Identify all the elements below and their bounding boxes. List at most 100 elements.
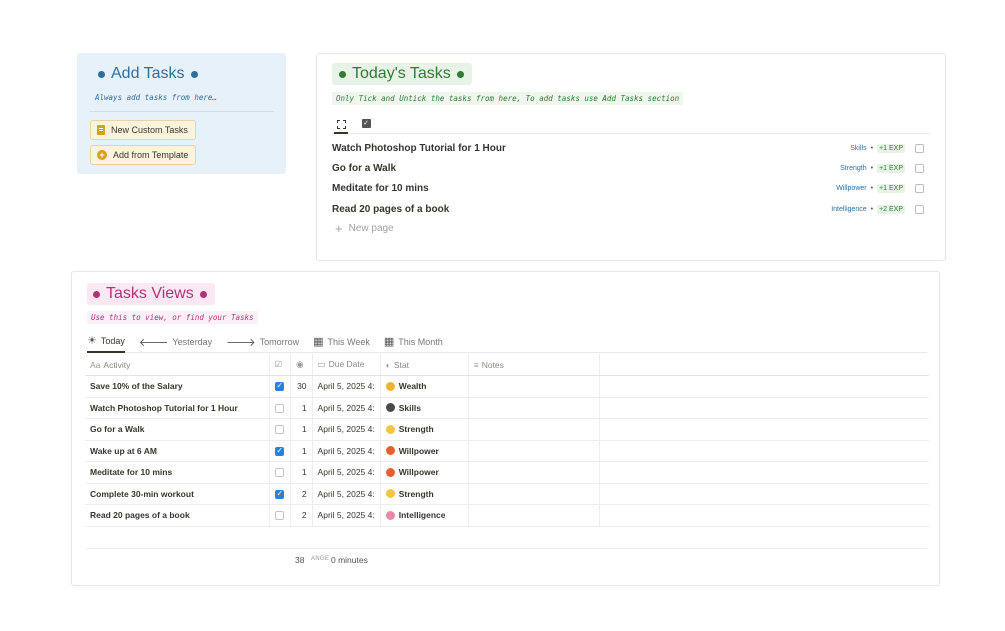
notes-cell[interactable] — [468, 397, 600, 419]
done-cell[interactable] — [269, 504, 292, 527]
due-date-cell[interactable]: April 5, 2025 4: — [312, 461, 381, 484]
done-cell[interactable] — [269, 461, 292, 484]
stat-cell[interactable]: Strength — [380, 418, 469, 441]
tab-yesterday[interactable]: 🡐 Yesterday — [139, 331, 212, 353]
range-value[interactable]: 0 minutes — [331, 555, 368, 565]
todays-tasks-tabs: ✓ — [332, 114, 930, 134]
activity-cell[interactable]: Save 10% of the Salary — [85, 375, 270, 398]
tab-label: Tomorrow — [259, 336, 300, 347]
stat-label: Skills — [398, 402, 421, 413]
tab-today[interactable]: ☀ Today — [87, 331, 125, 353]
activity-cell[interactable]: Watch Photoshop Tutorial for 1 Hour — [85, 397, 270, 419]
task-name[interactable]: Watch Photoshop Tutorial for 1 Hour — [332, 143, 850, 154]
checkbox-checked[interactable] — [275, 489, 285, 499]
stat-label: Strength — [398, 424, 434, 435]
column-header-activity[interactable]: Aa Activity — [85, 354, 270, 376]
stat-cell[interactable]: Strength — [380, 483, 469, 505]
done-cell[interactable] — [269, 375, 292, 398]
stat-cell[interactable]: Willpower — [380, 461, 469, 484]
todays-tasks-title: Today's Tasks — [332, 63, 472, 85]
arrow-right-icon: 🡒 — [226, 336, 256, 349]
task-checkbox[interactable] — [915, 163, 924, 173]
new-page-button[interactable]: + New page — [335, 222, 394, 235]
checkbox-checked[interactable] — [275, 381, 285, 392]
table-row[interactable]: Wake up at 6 AM 1 April 5, 2025 4: Willp… — [85, 440, 930, 462]
column-header-done[interactable]: ☑ — [269, 354, 292, 376]
column-header-notes[interactable]: ≡ Notes — [468, 354, 600, 376]
text-lines-icon: ≡ — [473, 359, 479, 370]
due-date-cell[interactable]: April 5, 2025 4: — [312, 440, 381, 462]
task-row[interactable]: Read 20 pages of a book Intelligence • +… — [332, 199, 930, 219]
add-from-template-button[interactable]: + Add from Template — [90, 145, 197, 165]
activity-cell[interactable]: Go for a Walk — [85, 418, 270, 441]
checkbox-unchecked[interactable] — [275, 403, 285, 413]
tab-checked[interactable]: ✓ — [359, 116, 373, 130]
task-checkbox[interactable] — [915, 183, 924, 193]
tab-this-week[interactable]: ▦ This Week — [313, 331, 370, 353]
task-exp: +1 EXP — [877, 143, 905, 153]
arrow-left-icon: 🡐 — [138, 336, 169, 349]
done-cell[interactable] — [269, 418, 292, 441]
done-cell[interactable] — [269, 483, 292, 505]
activity-cell[interactable]: Meditate for 10 mins — [85, 461, 270, 484]
sum-value[interactable]: 38 — [295, 555, 304, 565]
table-row[interactable]: Save 10% of the Salary 30 April 5, 2025 … — [85, 375, 930, 398]
due-date-cell[interactable]: April 5, 2025 4: — [312, 375, 381, 398]
notes-cell[interactable] — [468, 483, 600, 505]
new-custom-tasks-label: New Custom Tasks — [111, 125, 188, 135]
table-row[interactable]: Meditate for 10 mins 1 April 5, 2025 4: … — [85, 461, 930, 484]
count-cell: 1 — [290, 397, 313, 419]
checkbox-checked[interactable] — [275, 446, 285, 456]
due-date-cell[interactable]: April 5, 2025 4: — [312, 483, 381, 505]
checkbox-unchecked[interactable] — [275, 511, 285, 521]
notes-cell[interactable] — [468, 461, 600, 484]
column-label: Notes — [481, 359, 504, 370]
notes-cell[interactable] — [468, 375, 600, 398]
bullet-dot-icon — [199, 290, 207, 298]
stat-cell[interactable]: Willpower — [380, 440, 469, 462]
tab-this-month[interactable]: ▦ This Month — [384, 331, 443, 353]
column-header-stat[interactable]: ◐ Stat — [380, 354, 469, 376]
task-checkbox[interactable] — [915, 143, 924, 153]
task-checkbox[interactable] — [915, 204, 924, 214]
activity-cell[interactable]: Wake up at 6 AM — [85, 440, 270, 462]
due-date-cell[interactable]: April 5, 2025 4: — [312, 504, 381, 527]
fire-icon — [385, 467, 395, 477]
stat-cell[interactable]: Intelligence — [380, 504, 469, 527]
table-row[interactable]: Complete 30-min workout 2 April 5, 2025 … — [85, 483, 930, 505]
done-cell[interactable] — [269, 440, 292, 462]
notes-cell[interactable] — [468, 440, 600, 462]
activity-cell[interactable]: Read 20 pages of a book — [85, 504, 270, 527]
checkbox-unchecked[interactable] — [275, 425, 285, 435]
table-row[interactable]: Go for a Walk 1 April 5, 2025 4: Strengt… — [85, 418, 930, 441]
task-name[interactable]: Meditate for 10 mins — [332, 183, 836, 194]
notes-cell[interactable] — [468, 418, 600, 441]
divider — [89, 111, 274, 112]
calendar-icon: ▦ — [383, 336, 395, 348]
due-date-cell[interactable]: April 5, 2025 4: — [312, 418, 381, 441]
notes-cell[interactable] — [468, 504, 600, 527]
table-row[interactable]: Read 20 pages of a book 2 April 5, 2025 … — [85, 504, 930, 527]
new-custom-tasks-button[interactable]: New Custom Tasks — [90, 120, 196, 140]
stat-cell[interactable]: Skills — [380, 397, 469, 419]
due-date-cell[interactable]: April 5, 2025 4: — [312, 397, 381, 419]
tab-unchecked[interactable] — [334, 116, 348, 134]
task-row[interactable]: Go for a Walk Strength • +1 EXP — [332, 158, 930, 178]
task-name[interactable]: Go for a Walk — [332, 163, 840, 174]
column-header-due-date[interactable]: ▭ Due Date — [312, 354, 381, 376]
task-name[interactable]: Read 20 pages of a book — [332, 204, 831, 215]
done-cell[interactable] — [269, 397, 292, 419]
empty-cell — [599, 504, 930, 527]
checkbox-unchecked[interactable] — [275, 468, 285, 478]
tab-label: This Week — [327, 336, 370, 347]
column-header-count[interactable]: ◉ — [290, 354, 313, 376]
checkbox-type-icon: ☑ — [274, 359, 283, 369]
tasks-views-panel: Tasks Views Use this to view, or find yo… — [71, 271, 940, 586]
table-row[interactable]: Watch Photoshop Tutorial for 1 Hour 1 Ap… — [85, 397, 930, 419]
task-row[interactable]: Watch Photoshop Tutorial for 1 Hour Skil… — [332, 138, 930, 158]
stat-cell[interactable]: Wealth — [380, 375, 469, 398]
task-row[interactable]: Meditate for 10 mins Willpower • +1 EXP — [332, 178, 930, 198]
activity-cell[interactable]: Complete 30-min workout — [85, 483, 270, 505]
empty-cell — [599, 418, 930, 441]
tab-tomorrow[interactable]: 🡒 Tomorrow — [226, 331, 299, 353]
